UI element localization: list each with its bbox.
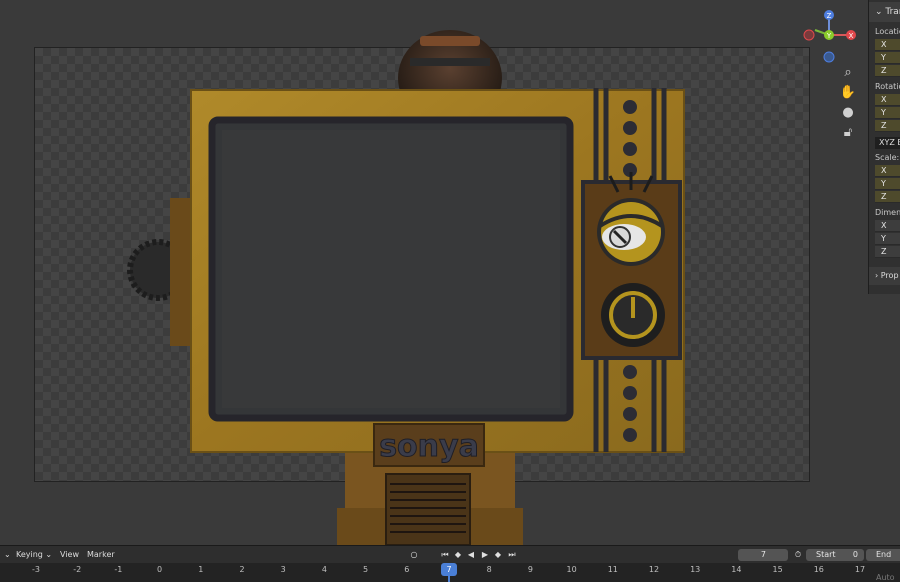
sidebar-n-panel: ⌄ Tran Locatio X Y Z Rotatio X Y Z XYZ E…: [868, 0, 900, 294]
timeline-header: ⌄ Keying ⌄ View Marker ○ ⏮ ◆ ◀ ▶ ◆ ⏭ 7 ⏱…: [0, 545, 900, 563]
editor-type-dropdown[interactable]: ⌄: [4, 546, 11, 564]
auto-keying-icon[interactable]: ○: [409, 550, 419, 560]
ruler-tick: 2: [239, 565, 245, 574]
ruler-tick: 14: [731, 565, 742, 574]
lock-icon[interactable]: 🔓︎: [838, 124, 858, 142]
end-label: End: [876, 550, 892, 559]
ruler-tick: 1: [198, 565, 204, 574]
ruler-tick: 6: [404, 565, 410, 574]
chevron-down-icon: ⌄: [875, 7, 886, 17]
playhead-frame-badge[interactable]: 7: [441, 563, 457, 576]
location-x-field[interactable]: X: [875, 39, 900, 51]
location-label: Locatio: [875, 27, 900, 36]
playhead-line[interactable]: [448, 576, 450, 582]
svg-text:Z: Z: [827, 12, 832, 20]
ruler-tick: 10: [566, 565, 577, 574]
svg-text:Y: Y: [826, 32, 832, 40]
ruler-tick: 13: [690, 565, 701, 574]
marker-menu[interactable]: Marker: [87, 546, 115, 564]
view-menu[interactable]: View: [60, 546, 79, 564]
rotation-z-field[interactable]: Z: [875, 120, 900, 132]
scale-x-field[interactable]: X: [875, 165, 900, 177]
ruler-tick: 16: [813, 565, 824, 574]
ruler-tick: 4: [321, 565, 327, 574]
tv-model: sonya: [127, 0, 685, 545]
ruler-tick: -2: [73, 565, 82, 574]
scale-y-field[interactable]: Y: [875, 178, 900, 190]
camera-icon[interactable]: ●: [838, 104, 858, 122]
location-z-field[interactable]: Z: [875, 65, 900, 77]
ruler-tick: 12: [648, 565, 660, 574]
ruler-tick: -3: [32, 565, 40, 574]
properties-header[interactable]: › Prop: [869, 267, 900, 285]
3d-viewport[interactable]: sonya Z X Y ⌕ ✋ ● 🔓︎: [0, 0, 900, 545]
zoom-icon[interactable]: ⌕: [838, 64, 858, 82]
ruler-tick: 15: [772, 565, 783, 574]
end-frame-field[interactable]: End: [866, 549, 900, 561]
jump-start-icon[interactable]: ⏮: [440, 550, 450, 560]
ruler-tick: 17: [854, 565, 866, 574]
rotation-mode-select[interactable]: XYZ E: [875, 137, 900, 149]
start-frame-field[interactable]: Start 0: [806, 549, 864, 561]
rotation-x-field[interactable]: X: [875, 94, 900, 106]
scale-z-field[interactable]: Z: [875, 191, 900, 203]
play-icon[interactable]: ▶: [480, 550, 490, 560]
scale-label: Scale:: [875, 153, 900, 162]
start-value: 0: [852, 550, 858, 559]
svg-text:X: X: [849, 32, 854, 40]
ruler-tick: 5: [363, 565, 369, 574]
play-reverse-icon[interactable]: ◀: [466, 550, 476, 560]
jump-end-icon[interactable]: ⏭: [507, 550, 517, 560]
dimensions-y-field[interactable]: Y: [875, 233, 900, 245]
ruler-tick: 11: [607, 565, 618, 574]
start-label: Start: [816, 550, 836, 559]
dimensions-z-field[interactable]: Z: [875, 246, 900, 258]
ruler-tick: 9: [527, 565, 533, 574]
ruler-tick: -1: [114, 565, 123, 574]
current-frame-field[interactable]: 7: [738, 549, 788, 561]
ruler-tick: 0: [157, 565, 163, 574]
dimensions-label: Dimens: [875, 208, 900, 217]
prev-keyframe-icon[interactable]: ◆: [453, 550, 463, 560]
navigation-gizmo[interactable]: Z X Y: [800, 8, 860, 64]
ruler-tick: 3: [280, 565, 286, 574]
hand-icon[interactable]: ✋: [838, 84, 858, 102]
corner-text: Auto: [876, 573, 895, 582]
next-keyframe-icon[interactable]: ◆: [493, 550, 503, 560]
tv-brand-label: sonya: [379, 429, 479, 464]
rotation-y-field[interactable]: Y: [875, 107, 900, 119]
timer-icon[interactable]: ⏱: [793, 550, 803, 560]
ruler-tick: 8: [486, 565, 492, 574]
location-y-field[interactable]: Y: [875, 52, 900, 64]
keying-menu[interactable]: Keying ⌄: [16, 546, 52, 564]
rotation-label: Rotatio: [875, 82, 900, 91]
dimensions-x-field[interactable]: X: [875, 220, 900, 232]
transform-header[interactable]: ⌄ Tran: [869, 2, 900, 22]
